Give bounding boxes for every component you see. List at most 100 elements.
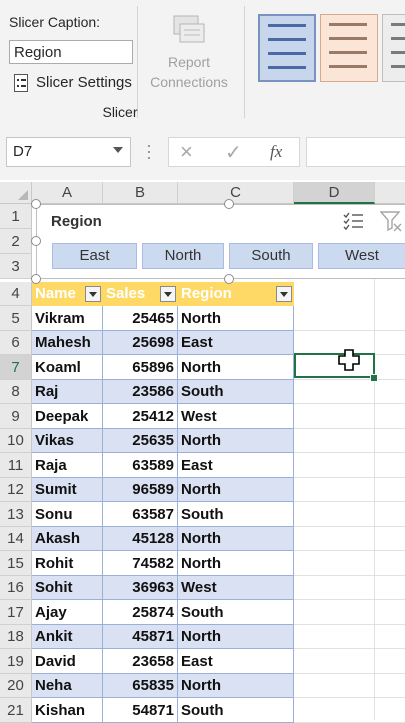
select-all-corner[interactable] bbox=[0, 182, 32, 204]
formula-input[interactable] bbox=[306, 137, 405, 167]
cell-region[interactable]: East bbox=[178, 331, 294, 355]
filter-dropdown-icon[interactable] bbox=[160, 286, 176, 302]
column-header-a[interactable]: A bbox=[32, 182, 103, 204]
cell-region[interactable]: South bbox=[178, 380, 294, 404]
slicer-item-west[interactable]: West bbox=[318, 243, 405, 269]
cell-name[interactable]: Rohit bbox=[32, 551, 103, 576]
cell-sales[interactable]: 65896 bbox=[103, 355, 178, 380]
row-header[interactable]: 7 bbox=[0, 355, 32, 380]
row-header[interactable]: 1 bbox=[0, 204, 32, 229]
cell-sales[interactable]: 96589 bbox=[103, 478, 178, 502]
column-header-e[interactable] bbox=[375, 182, 405, 204]
insert-function-icon[interactable]: fx bbox=[270, 142, 282, 162]
selected-cell-d7[interactable] bbox=[294, 353, 375, 378]
row-header[interactable]: 17 bbox=[0, 600, 32, 625]
cell-region[interactable]: East bbox=[178, 649, 294, 674]
cell-name[interactable]: Neha bbox=[32, 674, 103, 698]
slicer-item-south[interactable]: South bbox=[229, 243, 313, 269]
row-header[interactable]: 13 bbox=[0, 502, 32, 527]
cell-sales[interactable]: 74582 bbox=[103, 551, 178, 576]
row-header[interactable]: 6 bbox=[0, 331, 32, 355]
cell-region[interactable]: South bbox=[178, 502, 294, 527]
cell-region[interactable]: North bbox=[178, 306, 294, 331]
cell-name[interactable]: Deepak bbox=[32, 404, 103, 429]
resize-handle[interactable] bbox=[31, 199, 41, 209]
column-header-b[interactable]: B bbox=[103, 182, 178, 204]
cell-sales[interactable]: 63587 bbox=[103, 502, 178, 527]
row-header[interactable]: 4 bbox=[0, 282, 32, 306]
cell-sales[interactable]: 36963 bbox=[103, 576, 178, 600]
cell-region[interactable]: North bbox=[178, 429, 294, 453]
cell-sales[interactable]: 25874 bbox=[103, 600, 178, 625]
cell-region[interactable]: West bbox=[178, 576, 294, 600]
row-header[interactable]: 8 bbox=[0, 380, 32, 404]
row-header[interactable]: 16 bbox=[0, 576, 32, 600]
row-header[interactable]: 21 bbox=[0, 698, 32, 723]
cell-sales[interactable]: 23658 bbox=[103, 649, 178, 674]
fill-handle[interactable] bbox=[370, 374, 378, 382]
slicer-style-gray[interactable] bbox=[382, 14, 405, 82]
cell-name[interactable]: Raja bbox=[32, 453, 103, 478]
cell-name[interactable]: Sohit bbox=[32, 576, 103, 600]
cell-name[interactable]: Akash bbox=[32, 527, 103, 551]
cell-sales[interactable]: 45871 bbox=[103, 625, 178, 649]
cell-sales[interactable]: 63589 bbox=[103, 453, 178, 478]
cell-name[interactable]: Sonu bbox=[32, 502, 103, 527]
cell-sales[interactable]: 23586 bbox=[103, 380, 178, 404]
slicer-caption-input[interactable]: Region bbox=[9, 40, 133, 64]
cell-name[interactable]: Kishan bbox=[32, 698, 103, 723]
cell-region[interactable]: East bbox=[178, 453, 294, 478]
cancel-icon[interactable]: × bbox=[180, 139, 193, 165]
cell-region[interactable]: North bbox=[178, 355, 294, 380]
row-header[interactable]: 18 bbox=[0, 625, 32, 649]
enter-icon[interactable]: ✓ bbox=[225, 140, 242, 165]
row-header[interactable]: 3 bbox=[0, 254, 32, 279]
row-header[interactable]: 9 bbox=[0, 404, 32, 429]
name-box-dropdown-icon[interactable] bbox=[113, 147, 123, 153]
cell-region[interactable]: North bbox=[178, 674, 294, 698]
cell-sales[interactable]: 45128 bbox=[103, 527, 178, 551]
row-header[interactable]: 12 bbox=[0, 478, 32, 502]
resize-handle[interactable] bbox=[31, 236, 41, 246]
resize-handle[interactable] bbox=[31, 274, 41, 284]
slicer-settings-button[interactable]: Slicer Settings bbox=[14, 72, 132, 96]
cell-sales[interactable]: 65835 bbox=[103, 674, 178, 698]
row-header[interactable]: 15 bbox=[0, 551, 32, 576]
slicer-style-blue[interactable] bbox=[258, 14, 316, 82]
cell-sales[interactable]: 25412 bbox=[103, 404, 178, 429]
table-header-region[interactable]: Region bbox=[178, 282, 294, 306]
filter-dropdown-icon[interactable] bbox=[85, 286, 101, 302]
cell-region[interactable]: North bbox=[178, 527, 294, 551]
row-header[interactable]: 19 bbox=[0, 649, 32, 674]
cell-name[interactable]: Sumit bbox=[32, 478, 103, 502]
cell-region[interactable]: North bbox=[178, 551, 294, 576]
cell-region[interactable]: West bbox=[178, 404, 294, 429]
cell-region[interactable]: North bbox=[178, 625, 294, 649]
resize-handle[interactable] bbox=[224, 274, 234, 284]
cell-name[interactable]: Ankit bbox=[32, 625, 103, 649]
cell-name[interactable]: Koaml bbox=[32, 355, 103, 380]
clear-filter-icon[interactable] bbox=[379, 210, 402, 232]
cell-name[interactable]: Vikas bbox=[32, 429, 103, 453]
column-header-c[interactable]: C bbox=[178, 182, 294, 204]
cell-name[interactable]: Raj bbox=[32, 380, 103, 404]
row-header[interactable]: 2 bbox=[0, 229, 32, 254]
row-header[interactable]: 14 bbox=[0, 527, 32, 551]
multi-select-icon[interactable] bbox=[343, 211, 365, 231]
table-header-name[interactable]: Name bbox=[32, 282, 103, 306]
row-header[interactable]: 11 bbox=[0, 453, 32, 478]
cell-region[interactable]: South bbox=[178, 698, 294, 723]
row-header[interactable]: 5 bbox=[0, 306, 32, 331]
slicer-item-east[interactable]: East bbox=[52, 243, 137, 269]
cell-name[interactable]: Mahesh bbox=[32, 331, 103, 355]
resize-handle[interactable] bbox=[224, 199, 234, 209]
row-header[interactable]: 10 bbox=[0, 429, 32, 453]
cell-name[interactable]: David bbox=[32, 649, 103, 674]
cell-region[interactable]: South bbox=[178, 600, 294, 625]
cell-sales[interactable]: 54871 bbox=[103, 698, 178, 723]
report-connections-button[interactable]: Report Connections bbox=[143, 10, 235, 94]
table-header-sales[interactable]: Sales bbox=[103, 282, 178, 306]
row-header[interactable]: 20 bbox=[0, 674, 32, 698]
column-header-d[interactable]: D bbox=[294, 182, 375, 204]
filter-dropdown-icon[interactable] bbox=[276, 286, 292, 302]
